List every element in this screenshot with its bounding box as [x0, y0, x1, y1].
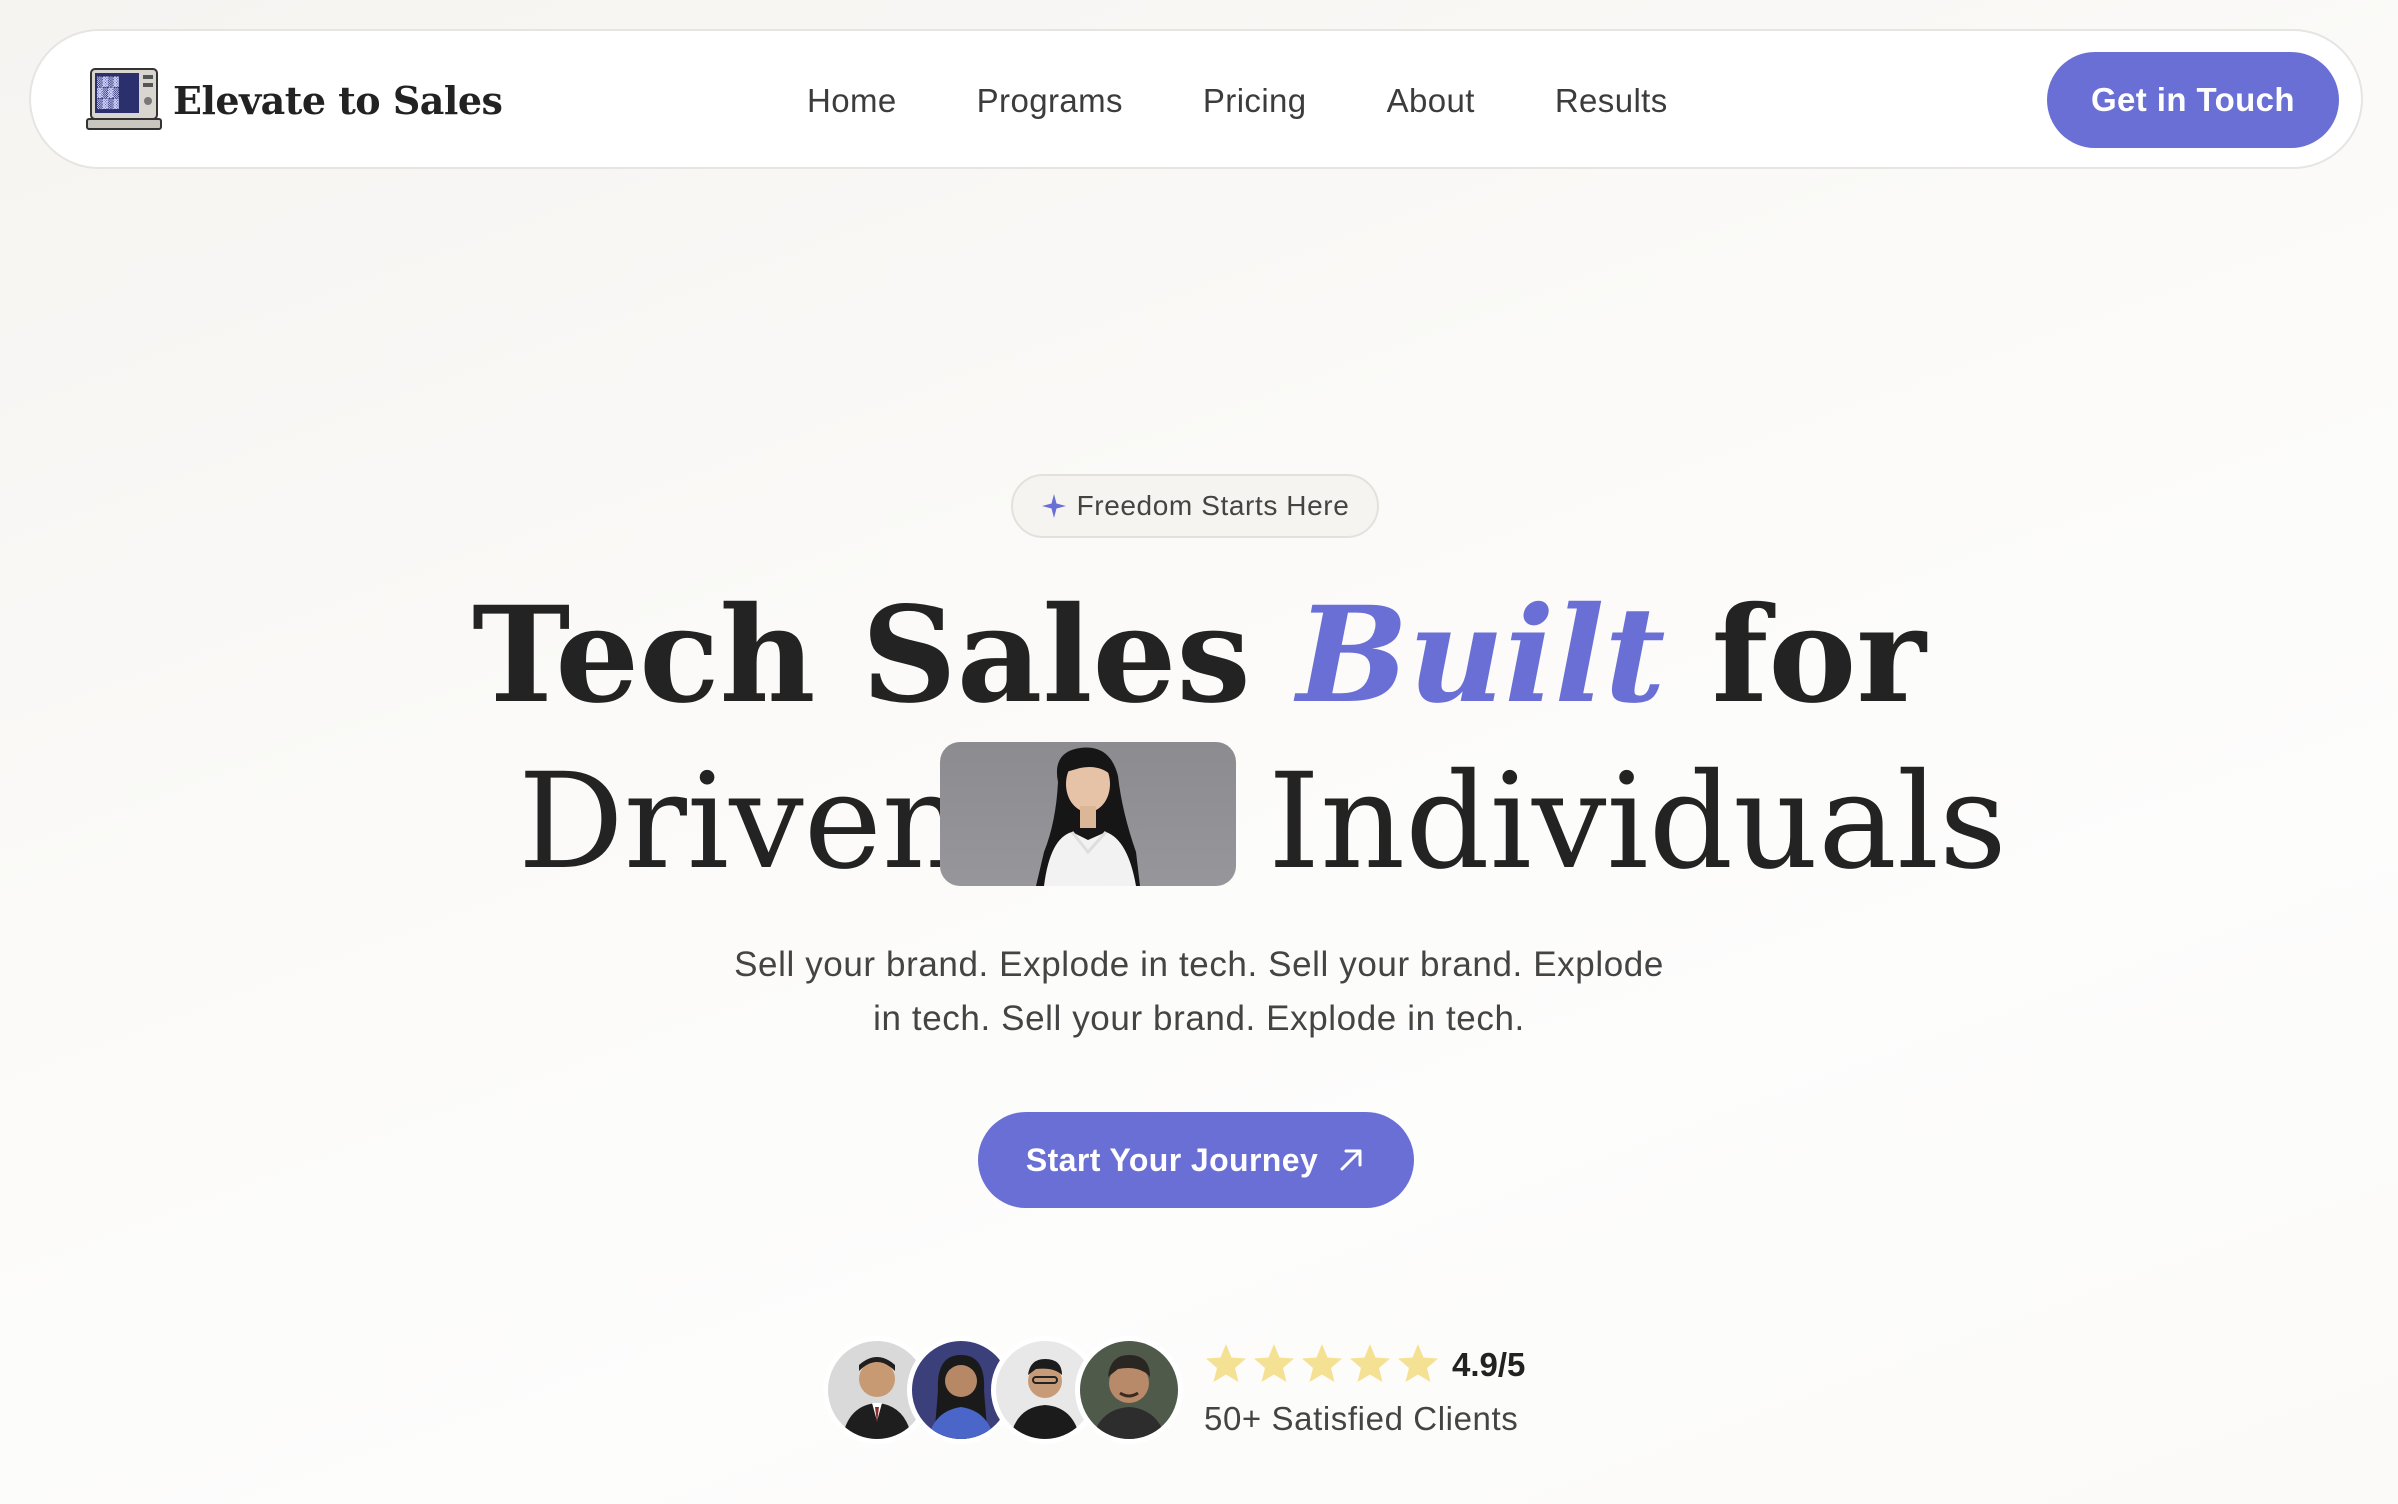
star-icon: [1254, 1344, 1294, 1382]
hero-title-accent: Built: [1296, 578, 1666, 733]
subtitle-line: Sell your brand. Explode in tech. Sell y…: [734, 945, 1664, 984]
hero-subtitle: Sell your brand. Explode in tech. Sell y…: [640, 938, 1758, 1046]
start-journey-button[interactable]: Start Your Journey: [978, 1112, 1414, 1208]
hero-title-line-1: Tech Sales Built for: [0, 576, 2398, 736]
nav-item-results[interactable]: Results: [1555, 73, 1668, 129]
rating-value: 4.9/5: [1452, 1346, 1526, 1383]
nav-item-programs[interactable]: Programs: [977, 73, 1123, 129]
clients-count: 50+ Satisfied Clients: [1204, 1400, 1519, 1437]
sparkle-icon: [1041, 494, 1066, 518]
hero-title-part: Tech Sales: [472, 578, 1251, 733]
svg-text:▓▒▓▒: ▓▒▓▒: [97, 87, 119, 99]
top-navigation: ▒▓▒▓ ▓▒▓▒ ▒▓▒▓ Elevate to Sales Home Pro…: [29, 29, 2363, 169]
hero-title-part: for: [1711, 578, 1926, 733]
star-icon: [1350, 1344, 1390, 1382]
badge-text: Freedom Starts Here: [1076, 490, 1350, 521]
rating-stars: [1202, 1340, 1442, 1388]
svg-text:▒▓▒▓: ▒▓▒▓: [97, 98, 119, 110]
star-icon: [1302, 1344, 1342, 1382]
star-icon: [1398, 1344, 1438, 1382]
hero-portrait-image: [940, 742, 1236, 886]
main-menu: Home Programs Pricing About Results: [807, 73, 1748, 129]
nav-item-home[interactable]: Home: [807, 73, 897, 129]
arrow-up-right-icon: [1340, 1149, 1362, 1171]
avatar: [1075, 1336, 1183, 1444]
get-in-touch-button[interactable]: Get in Touch: [2047, 52, 2339, 148]
nav-item-pricing[interactable]: Pricing: [1203, 73, 1307, 129]
hero-title-word-individuals: Individuals: [1268, 745, 2007, 899]
hero-title-word-driven: Driven: [518, 745, 967, 899]
svg-text:▒▓▒▓: ▒▓▒▓: [97, 76, 119, 88]
start-journey-label: Start Your Journey: [1025, 1141, 1319, 1178]
star-icon: [1206, 1344, 1246, 1382]
brand-name[interactable]: Elevate to Sales: [173, 71, 503, 131]
subtitle-line: in tech. Sell your brand. Explode in tec…: [873, 999, 1525, 1038]
client-avatars: [823, 1336, 1183, 1446]
hero-badge: Freedom Starts Here: [1011, 474, 1379, 538]
nav-item-about[interactable]: About: [1387, 73, 1475, 129]
retro-computer-icon[interactable]: ▒▓▒▓ ▓▒▓▒ ▒▓▒▓: [85, 67, 163, 133]
